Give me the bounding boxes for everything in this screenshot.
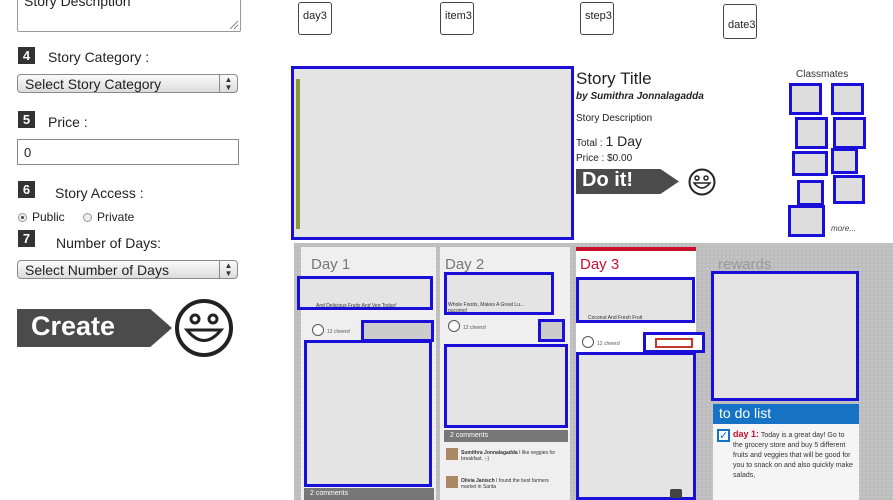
price-input-value: 0	[24, 145, 32, 160]
card-day3[interactable]: day3	[298, 2, 332, 35]
number-of-days-select-value: Select Number of Days	[25, 262, 169, 278]
comment-avatar	[446, 476, 458, 488]
story-description-textarea[interactable]: Story Description	[17, 0, 241, 32]
radio-public[interactable]	[18, 213, 27, 222]
price-input[interactable]: 0	[17, 139, 239, 165]
comment-item: Sumithra Jonnalagadda I like veggies for…	[461, 450, 565, 462]
classmate-avatar[interactable]	[831, 83, 864, 115]
classmate-avatar[interactable]	[795, 117, 828, 149]
card-date3-label: date3	[728, 19, 756, 31]
classmate-avatar[interactable]	[789, 83, 822, 115]
day1-photo	[304, 340, 432, 487]
todo-checkbox-icon[interactable]: ✓	[717, 429, 730, 442]
classmate-avatar[interactable]	[792, 151, 828, 176]
day1-comments-bar[interactable]: 2 comments	[304, 488, 434, 500]
classmate-avatar[interactable]	[833, 175, 865, 204]
card-day3-label: day3	[303, 10, 327, 22]
day3-action-button[interactable]	[643, 332, 705, 353]
story-price: Price : $0.00	[576, 153, 633, 164]
cover-image-edge	[296, 79, 300, 229]
card-step3[interactable]: step3	[580, 2, 614, 35]
story-category-select-value: Select Story Category	[25, 76, 162, 92]
story-description-text: Story Description	[24, 0, 131, 9]
classmate-avatar[interactable]	[797, 180, 824, 206]
radio-private-label: Private	[97, 210, 135, 224]
day3-label: Day 3	[580, 256, 620, 273]
day3-active-bar	[576, 247, 696, 251]
day1-cheers: 12 cheers!	[327, 329, 351, 335]
story-category-select[interactable]: Select Story Category ▲ ▼	[17, 74, 238, 93]
day2-action-button[interactable]	[538, 319, 565, 342]
story-total: Total : 1 Day	[576, 133, 642, 149]
radio-public-label: Public	[32, 210, 65, 224]
card-item3-label: item3	[445, 10, 472, 22]
classmate-avatar[interactable]	[833, 117, 866, 149]
day2-cheers: 12 cheers!	[463, 325, 487, 331]
day1-snippet: And Delicious Fruits And Veg Today!	[316, 303, 397, 309]
smiley-icon	[175, 299, 233, 357]
select-arrows-icon: ▲ ▼	[219, 261, 237, 278]
story-cover-image	[291, 66, 574, 240]
doit-button-label: Do it!	[582, 169, 634, 191]
todo-list-header: to do list	[713, 404, 859, 424]
camera-icon[interactable]	[670, 489, 682, 498]
rewards-image	[711, 271, 859, 401]
comment-avatar	[446, 448, 458, 460]
day2-photo	[444, 344, 568, 428]
classmate-avatar[interactable]	[831, 148, 858, 174]
card-step3-label: step3	[585, 10, 612, 22]
day3-snippet: Coconut And Fresh Fruit	[588, 315, 643, 321]
story-total-value: 1 Day	[605, 133, 643, 149]
step-number-6: 6	[18, 181, 35, 198]
story-title: Story Title	[576, 69, 652, 88]
card-item3[interactable]: item3	[440, 2, 474, 35]
comment-item: Olivia Janisch I found the best farmers …	[461, 478, 565, 490]
create-button[interactable]: Create	[17, 309, 172, 347]
create-button-label: Create	[31, 311, 116, 341]
todo-item: day 1: Today is a great day! Go to the g…	[733, 429, 855, 481]
select-arrows-icon: ▲ ▼	[219, 75, 237, 92]
cheer-icon[interactable]	[312, 324, 324, 336]
day1-comments-count: 2 comments	[310, 490, 349, 497]
classmate-avatar[interactable]	[788, 205, 825, 237]
day3-photo	[576, 352, 696, 500]
day3-cheers: 12 cheers!	[597, 341, 621, 347]
todo-list-body: ✓ day 1: Today is a great day! Go to the…	[713, 424, 859, 500]
story-access-label: Story Access :	[55, 185, 144, 201]
number-of-days-label: Number of Days:	[56, 235, 162, 251]
todo-day-label: day 1:	[733, 429, 760, 439]
story-category-label: Story Category :	[48, 49, 150, 65]
day2-label: Day 2	[445, 256, 485, 273]
day2-comments-count: 2 comments	[450, 432, 489, 439]
step-number-4: 4	[18, 47, 35, 64]
radio-private[interactable]	[83, 213, 92, 222]
card-date3[interactable]: date3	[723, 4, 757, 39]
resize-grip-icon[interactable]	[230, 21, 238, 29]
story-total-label: Total :	[576, 138, 603, 149]
classmates-label: Classmates	[796, 69, 849, 80]
day1-action-button[interactable]	[361, 320, 434, 342]
story-author: by Sumithra Jonnalagadda	[576, 91, 704, 102]
cheer-icon[interactable]	[448, 320, 460, 332]
step-number-5: 5	[18, 111, 35, 128]
more-classmates-link[interactable]: more...	[831, 224, 856, 233]
todo-item-text: Today is a great day! Go to the grocery …	[733, 432, 853, 479]
step-number-7: 7	[18, 230, 35, 247]
story-description: Story Description	[576, 113, 653, 124]
day2-comments-bar[interactable]: 2 comments	[444, 430, 568, 442]
price-label: Price :	[48, 114, 88, 130]
number-of-days-select[interactable]: Select Number of Days ▲ ▼	[17, 260, 238, 279]
todo-list-title: to do list	[719, 405, 772, 421]
day2-snippet: Whole Foods, Makes A Great Lu... pucomo!	[448, 302, 525, 314]
doit-button[interactable]: Do it!	[576, 169, 679, 194]
day3-action-inner	[655, 338, 693, 348]
cheer-icon[interactable]	[582, 336, 594, 348]
smiley-icon	[688, 168, 716, 196]
day1-label: Day 1	[311, 256, 351, 273]
